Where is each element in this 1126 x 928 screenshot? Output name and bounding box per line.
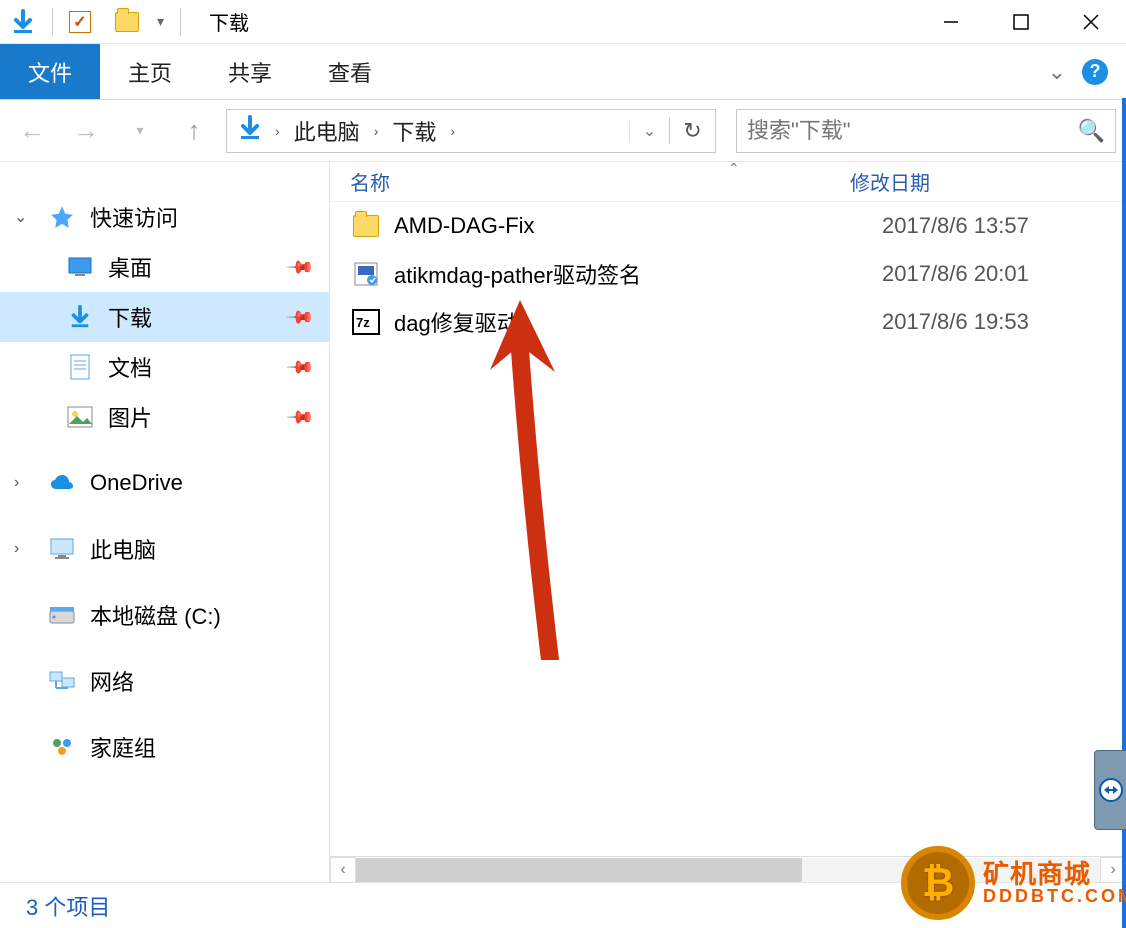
sidebar-item-label: 图片 [108,401,152,433]
nav-up-button[interactable]: ↑ [172,109,216,153]
minimize-button[interactable] [916,0,986,44]
navigation-row: ← → ▾ ↑ › 此电脑 › 下载 › ⌄ ↻ 🔍 [0,100,1126,162]
titlebar: ✓ ▾ 下载 [0,0,1126,44]
file-row[interactable]: AMD-DAG-Fix 2017/8/6 13:57 [330,202,1126,250]
document-icon [66,353,94,381]
sidebar-item-label: 家庭组 [90,731,156,763]
sidebar-item-desktop[interactable]: 桌面 📌 [0,242,329,292]
scroll-thumb[interactable] [356,858,802,882]
qat-separator [180,8,181,36]
pin-icon: 📌 [284,252,315,283]
chevron-down-icon[interactable]: ⌄ [14,207,27,227]
7z-archive-icon: 7z [350,306,382,338]
properties-icon[interactable]: ✓ [69,11,91,33]
help-button[interactable]: ? [1082,59,1108,85]
pin-icon: 📌 [284,302,315,333]
qat-separator [52,8,53,36]
scroll-left-button[interactable]: ‹ [330,857,356,883]
sidebar-item-network[interactable]: 网络 [0,656,329,706]
desktop-icon [66,253,94,281]
column-headers: 名称 修改日期 [330,162,1126,202]
nav-back-button[interactable]: ← [10,109,54,153]
maximize-button[interactable] [986,0,1056,44]
tab-file[interactable]: 文件 [0,44,100,99]
nav-forward-button[interactable]: → [64,109,108,153]
sidebar-item-label: 快速访问 [90,201,178,233]
close-button[interactable] [1056,0,1126,44]
watermark: ₿ 矿机商城 DDDBTC.COM [901,846,1126,920]
sidebar-item-label: 文档 [108,351,152,383]
sidebar-item-onedrive[interactable]: › OneDrive [0,458,329,508]
sidebar-item-label: 本地磁盘 (C:) [90,599,221,631]
refresh-button[interactable]: ↻ [669,118,715,144]
file-list: ⌃ 名称 修改日期 AMD-DAG-Fix 2017/8/6 13:57 ati… [330,162,1126,882]
address-bar[interactable]: › 此电脑 › 下载 › ⌄ ↻ [226,109,716,153]
watermark-line2: DDDBTC.COM [983,887,1126,905]
sidebar-item-this-pc[interactable]: › 此电脑 [0,524,329,574]
side-panel-tab[interactable] [1094,750,1126,830]
file-name: AMD-DAG-Fix [394,213,882,239]
pin-icon: 📌 [284,352,315,383]
address-history-dropdown[interactable]: ⌄ [629,121,669,141]
svg-text:7z: 7z [356,315,370,330]
sidebar-item-label: 桌面 [108,251,152,283]
tab-share[interactable]: 共享 [200,44,300,99]
ribbon-collapse-icon[interactable]: ⌄ [1048,59,1066,85]
homegroup-icon [48,733,76,761]
tab-view[interactable]: 查看 [300,44,400,99]
qat-dropdown-icon[interactable]: ▾ [157,13,164,30]
file-date: 2017/8/6 13:57 [882,213,1029,239]
watermark-coin-icon: ₿ [901,846,975,920]
chevron-right-icon[interactable]: › [14,474,19,492]
download-arrow-icon [66,303,94,331]
column-header-name[interactable]: 名称 [350,167,850,196]
search-icon[interactable]: 🔍 [1078,118,1105,144]
sidebar-item-downloads[interactable]: 下载 📌 [0,292,329,342]
nav-recent-dropdown[interactable]: ▾ [118,109,162,153]
sidebar-item-homegroup[interactable]: 家庭组 [0,722,329,772]
file-row[interactable]: 7z dag修复驱动 2017/8/6 19:53 [330,298,1126,346]
ribbon: 文件 主页 共享 查看 ⌄ ? [0,44,1126,100]
file-name: atikmdag-pather驱动签名 [394,258,882,290]
sidebar-item-label: 此电脑 [90,533,156,565]
breadcrumb-caret-icon[interactable]: › [444,123,461,139]
breadcrumb-caret-icon[interactable]: › [368,123,385,139]
sidebar-item-pictures[interactable]: 图片 📌 [0,392,329,442]
network-icon [48,667,76,695]
download-arrow-icon [237,115,263,146]
cloud-icon [48,469,76,497]
breadcrumb-caret-icon[interactable]: › [269,123,286,139]
quick-access-toolbar: ✓ ▾ 下载 [0,7,249,36]
search-input[interactable] [747,118,1078,144]
folder-icon[interactable] [115,12,139,32]
star-icon [48,203,76,231]
pc-icon [48,535,76,563]
download-arrow-icon[interactable] [10,9,36,35]
window-title: 下载 [209,7,249,36]
column-header-date[interactable]: 修改日期 [850,167,930,196]
watermark-line1: 矿机商城 [983,861,1126,887]
pin-icon: 📌 [284,402,315,433]
folder-icon [350,210,382,242]
file-date: 2017/8/6 20:01 [882,261,1029,287]
sidebar-item-local-disk-c[interactable]: 本地磁盘 (C:) [0,590,329,640]
chevron-right-icon[interactable]: › [14,540,19,558]
breadcrumb-segment[interactable]: 此电脑 [286,115,368,147]
file-date: 2017/8/6 19:53 [882,309,1029,335]
sidebar-item-label: 网络 [90,665,134,697]
search-box[interactable]: 🔍 [736,109,1116,153]
breadcrumb-segment[interactable]: 下载 [384,115,444,147]
file-row[interactable]: atikmdag-pather驱动签名 2017/8/6 20:01 [330,250,1126,298]
disk-icon [48,601,76,629]
sidebar-quick-access[interactable]: ⌄ 快速访问 [0,192,329,242]
item-count: 3 个项目 [26,890,110,922]
tab-home[interactable]: 主页 [100,44,200,99]
sidebar-item-label: OneDrive [90,470,183,496]
picture-icon [66,403,94,431]
sidebar-item-documents[interactable]: 文档 📌 [0,342,329,392]
sidebar-item-label: 下载 [108,301,152,333]
file-name: dag修复驱动 [394,306,882,338]
navigation-pane: ⌄ 快速访问 桌面 📌 下载 📌 文档 📌 图片 📌 › On [0,162,330,882]
batch-file-icon [350,258,382,290]
